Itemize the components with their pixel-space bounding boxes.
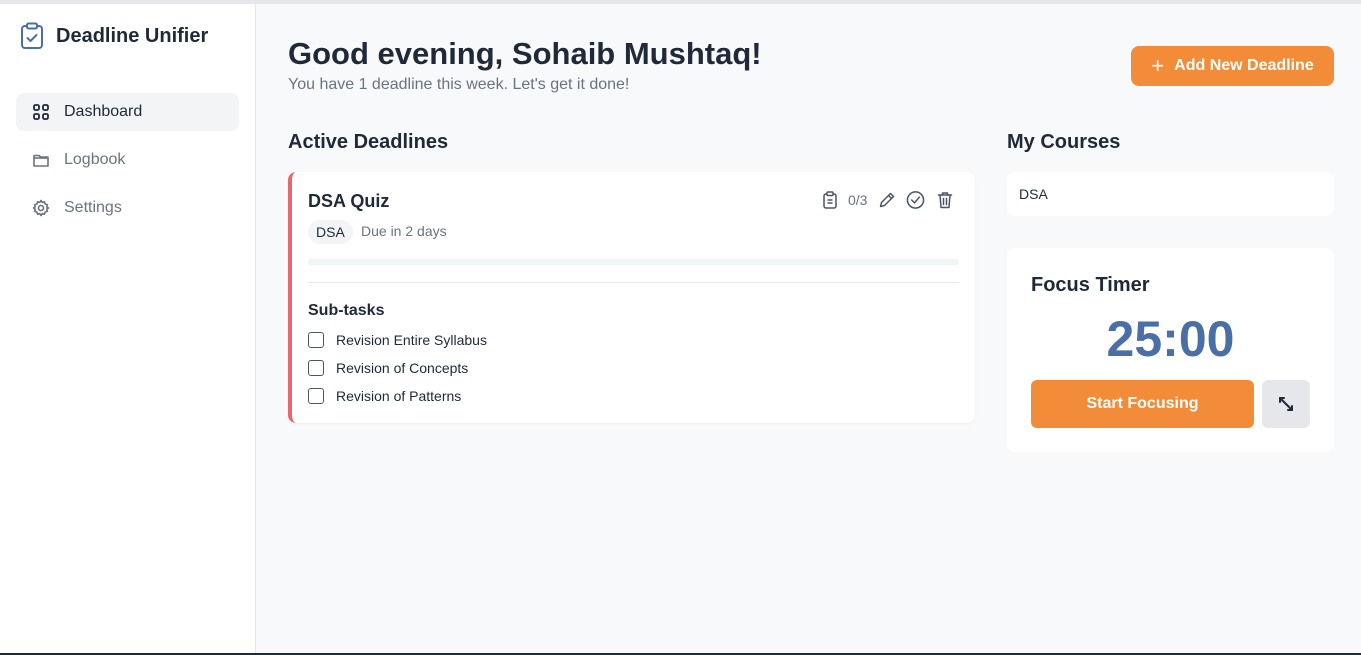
subtask-checkbox[interactable] — [308, 360, 324, 376]
plus-icon: + — [1151, 53, 1165, 78]
edit-pencil-icon[interactable] — [877, 191, 896, 210]
trash-icon[interactable] — [935, 191, 954, 210]
timer-display: 25:00 — [1106, 311, 1235, 367]
deadline-actions: 0/3 — [820, 190, 954, 210]
deadline-card: DSA Quiz DSA Due in 2 days 0/3 Sub-tasks… — [288, 172, 975, 423]
subtask-checkbox[interactable] — [308, 388, 324, 404]
clipboard-check-icon — [21, 22, 43, 49]
sidebar-item-logbook[interactable]: Logbook — [16, 141, 239, 179]
sidebar-item-label: Logbook — [64, 151, 126, 168]
fullscreen-button[interactable] — [1262, 380, 1310, 428]
sidebar-item-label: Dashboard — [64, 103, 143, 120]
subtask-item[interactable]: Revision of Patterns — [308, 388, 461, 404]
active-deadlines-title: Active Deadlines — [288, 131, 449, 153]
due-text: Due in 2 days — [361, 223, 447, 239]
add-new-deadline-label: Add New Deadline — [1174, 57, 1314, 74]
sidebar: Deadline Unifier Dashboard Logbook Setti… — [0, 4, 256, 653]
subtask-item[interactable]: Revision of Concepts — [308, 360, 468, 376]
check-circle-icon[interactable] — [906, 191, 925, 210]
subtasks-title: Sub-tasks — [308, 302, 385, 319]
deadline-progress-bar — [308, 259, 959, 265]
brand[interactable]: Deadline Unifier — [20, 22, 208, 50]
sidebar-nav: Dashboard Logbook Settings — [16, 93, 239, 237]
start-focusing-button[interactable]: Start Focusing — [1031, 380, 1254, 428]
course-name: DSA — [1019, 186, 1048, 202]
page-title: Good evening, Sohaib Mushtaq! — [288, 36, 762, 71]
focus-timer-title: Focus Timer — [1031, 274, 1150, 296]
focus-timer-card: Focus Timer 25:00 Start Focusing — [1007, 248, 1334, 452]
diagonal-arrow-icon — [1279, 397, 1293, 411]
gear-icon — [32, 199, 50, 217]
subtask-label: Revision of Patterns — [336, 388, 462, 404]
subtask-progress-text: 0/3 — [848, 192, 868, 208]
page-subtitle: You have 1 deadline this week. Let's get… — [288, 76, 630, 93]
sidebar-item-settings[interactable]: Settings — [16, 189, 239, 227]
card-divider — [308, 282, 959, 283]
subtask-label: Revision of Concepts — [336, 360, 469, 376]
sidebar-item-dashboard[interactable]: Dashboard — [16, 93, 239, 131]
subtask-label: Revision Entire Syllabus — [336, 332, 487, 348]
dashboard-grid-icon — [33, 104, 49, 120]
course-tag: DSA — [308, 220, 353, 244]
subtask-checkbox[interactable] — [308, 332, 324, 348]
deadline-title: DSA Quiz — [308, 191, 390, 211]
sidebar-item-label: Settings — [64, 199, 122, 216]
subtask-item[interactable]: Revision Entire Syllabus — [308, 332, 487, 348]
course-list-item[interactable]: DSA — [1007, 172, 1334, 216]
add-new-deadline-button[interactable]: + Add New Deadline — [1131, 46, 1334, 86]
folder-icon — [33, 154, 49, 167]
app-title: Deadline Unifier — [56, 24, 209, 47]
clipboard-list-icon — [820, 191, 839, 210]
my-courses-title: My Courses — [1007, 131, 1121, 153]
